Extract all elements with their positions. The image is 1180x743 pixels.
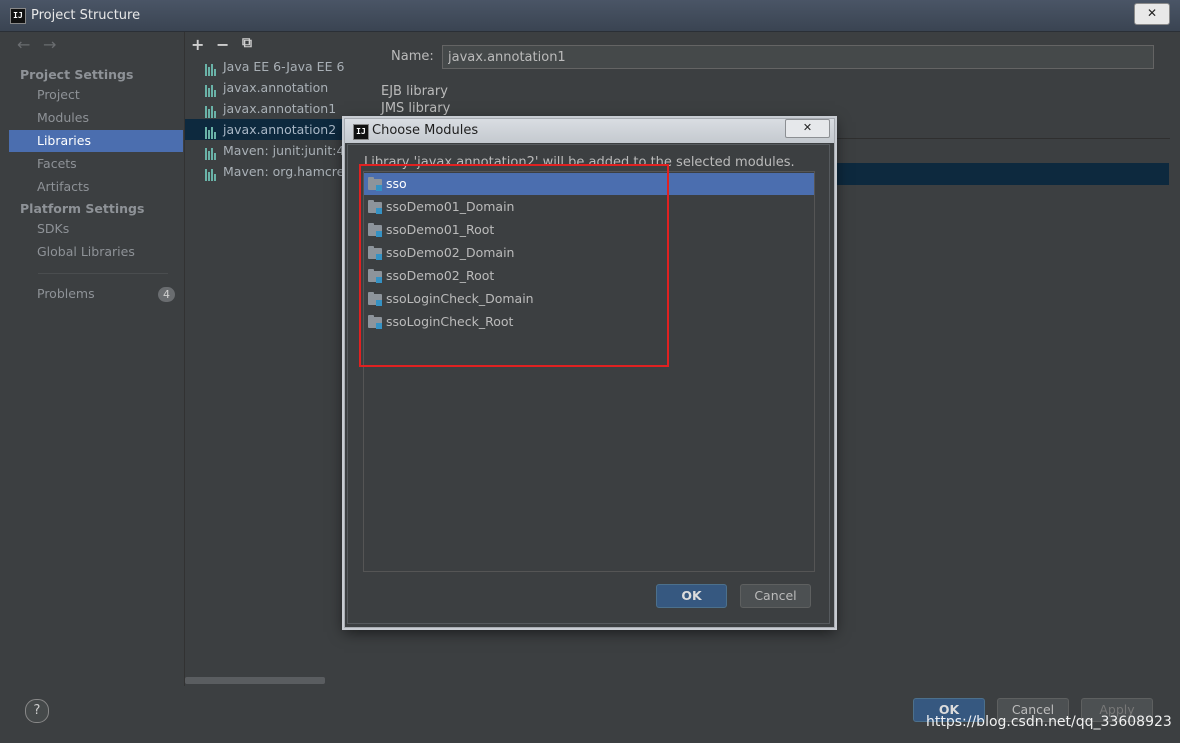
intellij-logo-icon: IJ — [10, 8, 26, 24]
project-settings-header: Project Settings — [20, 67, 134, 82]
copy-library-button[interactable]: ⧉ — [242, 35, 252, 51]
sidebar-item-global-libraries[interactable]: Global Libraries — [9, 241, 183, 263]
dialog-close-button[interactable]: ✕ — [785, 119, 830, 138]
sidebar-item-modules[interactable]: Modules — [9, 107, 183, 129]
platform-settings-header: Platform Settings — [20, 201, 145, 216]
dialog-title: Choose Modules — [372, 123, 479, 138]
back-arrow-icon[interactable]: ← — [17, 35, 30, 54]
sidebar-divider — [38, 273, 168, 274]
sidebar-item-problems[interactable]: Problems — [9, 283, 183, 305]
library-icon — [205, 145, 219, 160]
dialog-titlebar: IJ Choose Modules ✕ — [345, 119, 834, 143]
watermark-text: https://blog.csdn.net/qq_33608923 — [926, 714, 1172, 730]
highlight-annotation-box — [359, 164, 669, 367]
detail-line: JMS library — [381, 101, 451, 116]
remove-library-button[interactable]: − — [216, 35, 229, 54]
detail-line: EJB library — [381, 84, 448, 99]
window-close-button[interactable]: ✕ — [1134, 3, 1170, 25]
libraries-horizontal-scrollbar[interactable] — [185, 677, 325, 684]
sidebar-item-sdks[interactable]: SDKs — [9, 218, 183, 240]
intellij-logo-icon: IJ — [353, 124, 369, 140]
window-titlebar: IJ Project Structure ✕ — [0, 0, 1180, 32]
help-button[interactable]: ? — [25, 699, 49, 723]
sidebar-item-artifacts[interactable]: Artifacts — [9, 176, 183, 198]
add-library-button[interactable]: + — [191, 35, 204, 54]
problems-count-badge: 4 — [158, 287, 175, 302]
library-icon — [205, 82, 219, 97]
name-label: Name: — [391, 49, 434, 64]
library-icon — [205, 124, 219, 139]
sidebar-item-facets[interactable]: Facets — [9, 153, 183, 175]
dialog-cancel-button[interactable]: Cancel — [740, 584, 811, 608]
library-icon — [205, 166, 219, 181]
detail-selected-row — [814, 163, 1169, 185]
library-name-input[interactable] — [442, 45, 1154, 69]
forward-arrow-icon[interactable]: → — [43, 35, 56, 54]
library-icon — [205, 103, 219, 118]
library-icon — [205, 61, 219, 76]
sidebar-item-libraries[interactable]: Libraries — [9, 130, 183, 152]
window-title: Project Structure — [31, 8, 141, 23]
dialog-ok-button[interactable]: OK — [656, 584, 727, 608]
sidebar-item-project[interactable]: Project — [9, 84, 183, 106]
